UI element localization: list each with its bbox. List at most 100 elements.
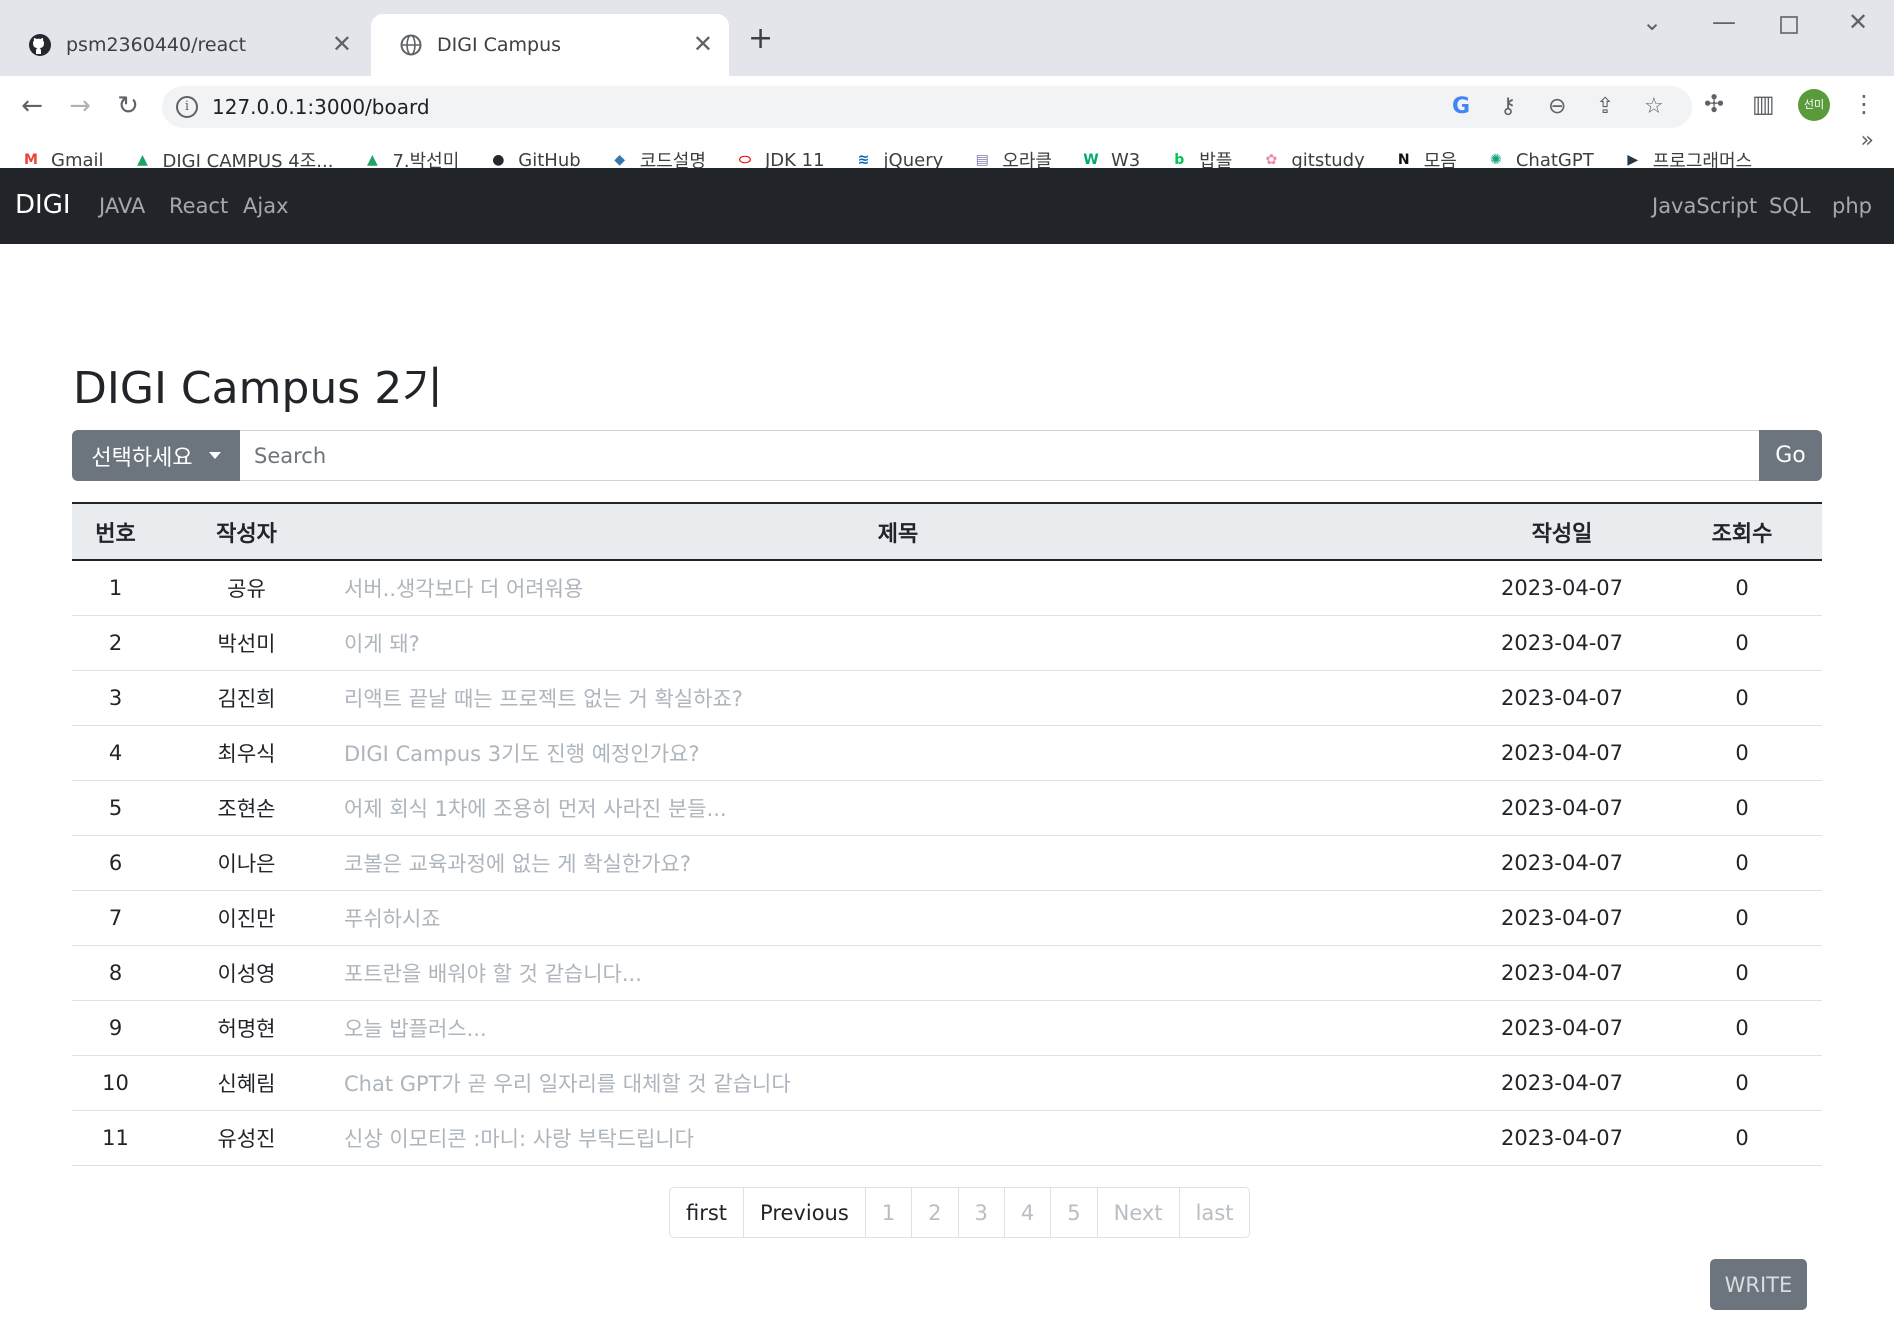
minimize-icon[interactable]: — xyxy=(1712,8,1736,36)
page-link-first[interactable]: first xyxy=(670,1188,745,1237)
post-date-text: 2023-04-07 xyxy=(1500,905,1624,930)
search-bar: 선택하세요 Search Go xyxy=(72,430,1822,481)
post-title-link-text: 포트란을 배워야 할 것 같습니다... xyxy=(344,961,642,986)
close-tab-icon[interactable]: ✕ xyxy=(332,32,352,56)
table-row[interactable]: 9 허명현 오늘 밥플러스... 2023-04-07 0 xyxy=(72,1000,1822,1055)
post-writer: 이나은 xyxy=(159,835,334,890)
post-number-text: 5 xyxy=(108,795,123,820)
post-date: 2023-04-07 xyxy=(1462,1110,1662,1165)
browser-tab-digi-campus[interactable]: DIGI Campus ✕ xyxy=(371,14,729,76)
post-number-text: 7 xyxy=(108,905,123,930)
table-row[interactable]: 8 이성영 포트란을 배워야 할 것 같습니다... 2023-04-07 0 xyxy=(72,945,1822,1000)
address-bar[interactable]: i 127.0.0.1:3000/board G ⚷ ⊖ ⇪ ☆ xyxy=(162,86,1692,128)
bookmark-star-icon[interactable]: ☆ xyxy=(1644,94,1664,119)
post-writer: 유성진 xyxy=(159,1110,334,1165)
browser-tab-strip: psm2360440/react ✕ DIGI Campus ✕ + ⌄ — ✕ xyxy=(0,0,1894,76)
site-info-icon[interactable]: i xyxy=(176,96,198,118)
table-row[interactable]: 1 공유 서버..생각보다 더 어려워용 2023-04-07 0 xyxy=(72,560,1822,615)
post-views: 0 xyxy=(1662,780,1822,835)
post-writer-text: 허명현 xyxy=(217,1016,276,1041)
header-number: 번호 xyxy=(95,521,136,547)
close-tab-icon[interactable]: ✕ xyxy=(693,32,713,56)
address-url: 127.0.0.1:3000/board xyxy=(212,95,430,119)
post-date-text: 2023-04-07 xyxy=(1500,575,1624,600)
more-bookmarks-icon[interactable]: » xyxy=(1861,128,1874,153)
side-panel-icon[interactable]: ▥ xyxy=(1752,90,1775,118)
post-title-link-text: 오늘 밥플러스... xyxy=(344,1016,487,1041)
nav-link-ajax[interactable]: Ajax xyxy=(243,194,289,218)
post-title-link[interactable]: 푸쉬하시죠 xyxy=(334,890,1462,945)
nav-link-javascript[interactable]: JavaScript xyxy=(1652,194,1757,218)
share-icon[interactable]: ⇪ xyxy=(1596,94,1614,119)
nav-link-sql[interactable]: SQL xyxy=(1769,194,1811,218)
table-row[interactable]: 5 조현손 어제 회식 1차에 조용히 먼저 사라진 분들... 2023-04-07… xyxy=(72,780,1822,835)
post-title-link[interactable]: 리액트 끝날 때는 프로젝트 없는 거 확실하죠? xyxy=(334,670,1462,725)
post-title-link[interactable]: 어제 회식 1차에 조용히 먼저 사라진 분들... xyxy=(334,780,1462,835)
post-title-link[interactable]: 오늘 밥플러스... xyxy=(334,1000,1462,1055)
back-icon[interactable]: ← xyxy=(16,90,48,122)
extensions-puzzle-icon[interactable]: ✣ xyxy=(1704,90,1724,118)
post-date-text: 2023-04-07 xyxy=(1500,850,1624,875)
page-link-2[interactable]: 2 xyxy=(912,1188,959,1237)
post-views-text: 0 xyxy=(1735,960,1749,985)
forward-icon[interactable]: → xyxy=(64,90,96,122)
go-button[interactable]: Go xyxy=(1759,430,1822,481)
post-title-link[interactable]: 서버..생각보다 더 어려워용 xyxy=(334,560,1462,615)
post-title-link[interactable]: 코볼은 교육과정에 없는 게 확실한가요? xyxy=(334,835,1462,890)
tab-search-icon[interactable]: ⌄ xyxy=(1642,8,1662,36)
navbar-brand[interactable]: DIGI xyxy=(15,190,71,220)
maximize-icon[interactable] xyxy=(1780,12,1798,40)
new-tab-icon[interactable]: + xyxy=(748,24,773,54)
post-title-link[interactable]: 신상 이모티콘 :마니: 사랑 부탁드립니다 xyxy=(334,1110,1462,1165)
post-writer: 이진만 xyxy=(159,890,334,945)
post-writer-text: 최우식 xyxy=(217,741,276,766)
post-date: 2023-04-07 xyxy=(1462,1000,1662,1055)
post-views: 0 xyxy=(1662,725,1822,780)
post-title-link[interactable]: 이게 돼? xyxy=(334,615,1462,670)
page-link-next[interactable]: Next xyxy=(1098,1188,1180,1237)
post-number: 2 xyxy=(72,615,159,670)
chrome-menu-icon[interactable]: ⋮ xyxy=(1852,90,1876,118)
page-link-5[interactable]: 5 xyxy=(1051,1188,1098,1237)
key-icon[interactable]: ⚷ xyxy=(1500,94,1516,119)
search-input[interactable]: Search xyxy=(240,430,1759,481)
post-number-text: 8 xyxy=(108,960,123,985)
post-writer-text: 이성영 xyxy=(217,961,276,986)
page-link-3[interactable]: 3 xyxy=(959,1188,1005,1237)
post-date: 2023-04-07 xyxy=(1462,780,1662,835)
table-row[interactable]: 6 이나은 코볼은 교육과정에 없는 게 확실한가요? 2023-04-07 0 xyxy=(72,835,1822,890)
post-date-text: 2023-04-07 xyxy=(1500,685,1624,710)
post-date: 2023-04-07 xyxy=(1462,725,1662,780)
nav-link-php[interactable]: php xyxy=(1832,194,1872,218)
post-writer-text: 신혜림 xyxy=(217,1071,276,1096)
post-title-link[interactable]: Chat GPT가 곧 우리 일자리를 대체할 것 같습니다 xyxy=(334,1055,1462,1110)
dropdown-label: 선택하세요 xyxy=(91,445,193,471)
page-link-1[interactable]: 1 xyxy=(866,1188,913,1237)
nav-link-react[interactable]: React xyxy=(169,194,228,218)
table-row[interactable]: 11 유성진 신상 이모티콘 :마니: 사랑 부탁드립니다 2023-04-07 0 xyxy=(72,1110,1822,1165)
table-row[interactable]: 2 박선미 이게 돼? 2023-04-07 0 xyxy=(72,615,1822,670)
profile-avatar[interactable]: 선미 xyxy=(1798,89,1830,121)
post-views: 0 xyxy=(1662,1055,1822,1110)
write-button[interactable]: WRITE xyxy=(1710,1259,1807,1310)
search-category-dropdown[interactable]: 선택하세요 xyxy=(72,430,240,481)
google-translate-icon[interactable]: G xyxy=(1452,94,1470,119)
page-link-4[interactable]: 4 xyxy=(1005,1188,1052,1237)
zoom-out-icon[interactable]: ⊖ xyxy=(1548,94,1566,119)
post-date: 2023-04-07 xyxy=(1462,890,1662,945)
nav-link-java[interactable]: JAVA xyxy=(99,194,145,218)
page-link-last[interactable]: last xyxy=(1180,1188,1250,1237)
window-close-icon[interactable]: ✕ xyxy=(1848,8,1868,36)
table-row[interactable]: 3 김진희 리액트 끝날 때는 프로젝트 없는 거 확실하죠? 2023-04-07 0 xyxy=(72,670,1822,725)
page-link-previous[interactable]: Previous xyxy=(744,1188,866,1237)
post-writer: 최우식 xyxy=(159,725,334,780)
post-writer-text: 김진희 xyxy=(217,686,276,711)
header-date: 작성일 xyxy=(1531,521,1593,547)
table-row[interactable]: 7 이진만 푸쉬하시죠 2023-04-07 0 xyxy=(72,890,1822,945)
table-row[interactable]: 4 최우식 DIGI Campus 3기도 진행 예정인가요? 2023-04-07 0 xyxy=(72,725,1822,780)
browser-tab-github[interactable]: psm2360440/react ✕ xyxy=(0,14,368,76)
post-title-link[interactable]: DIGI Campus 3기도 진행 예정인가요? xyxy=(334,725,1462,780)
reload-icon[interactable]: ↻ xyxy=(112,90,144,122)
table-row[interactable]: 10 신혜림 Chat GPT가 곧 우리 일자리를 대체할 것 같습니다 2023-… xyxy=(72,1055,1822,1110)
post-title-link[interactable]: 포트란을 배워야 할 것 같습니다... xyxy=(334,945,1462,1000)
